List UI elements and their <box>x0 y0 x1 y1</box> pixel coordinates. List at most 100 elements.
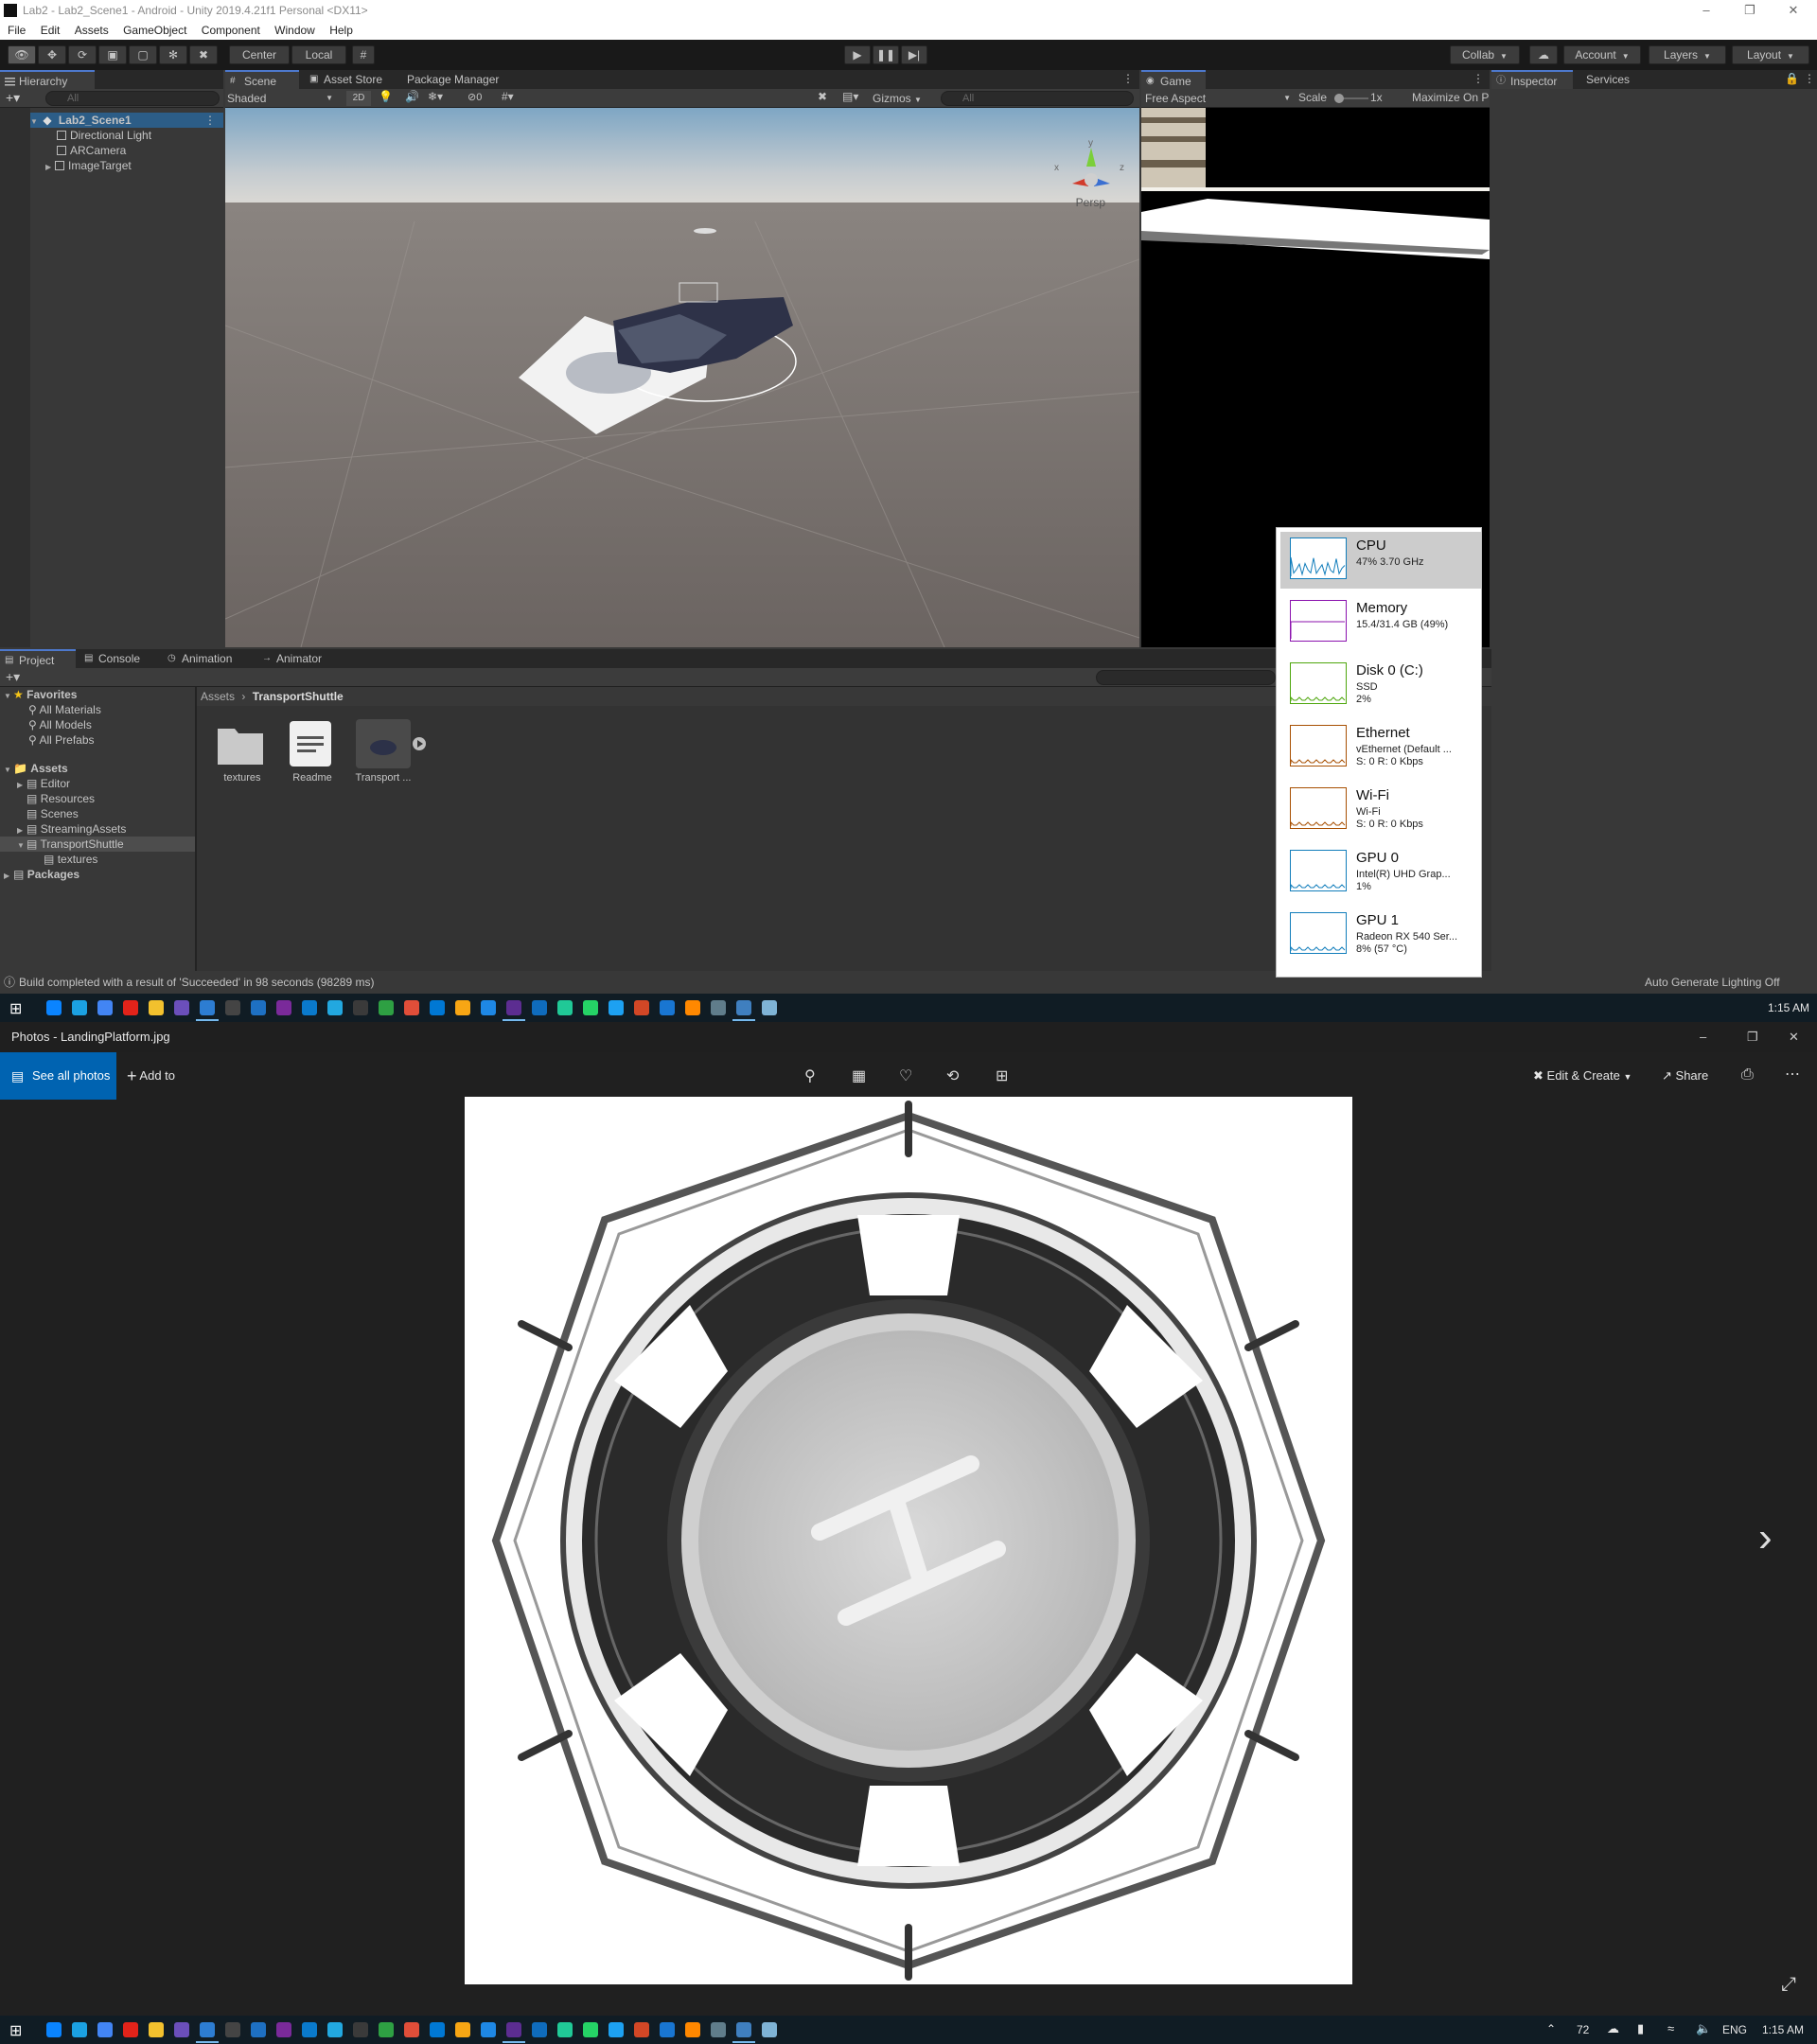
taskbar-app-icon[interactable] <box>353 2022 368 2037</box>
taskbar-clock[interactable]: 1:15 AM <box>1768 1001 1809 1014</box>
minimize-button[interactable]: – <box>1700 1022 1706 1052</box>
taskbar-app-icon[interactable] <box>711 1000 726 1015</box>
audio-toggle-icon[interactable]: 🔊 <box>405 90 419 103</box>
taskbar-app-icon[interactable] <box>532 1000 547 1015</box>
breadcrumb-root[interactable]: Assets <box>201 690 235 703</box>
share-button[interactable]: ↗ Share <box>1662 1052 1708 1100</box>
perf-item-gpu-1[interactable]: GPU 1 Radeon RX 540 Ser... 8% (57 °C) <box>1280 907 1481 963</box>
perf-item-disk-0-c[interactable]: Disk 0 (C:) SSD 2% <box>1280 657 1481 714</box>
hierarchy-search-input[interactable]: All <box>45 91 220 106</box>
scene-viewport[interactable]: Persp x y z <box>225 108 1139 647</box>
project-search-input[interactable] <box>1096 670 1276 685</box>
assets-root[interactable]: ▼ 📁 Assets <box>4 761 68 776</box>
taskbar-app-icon[interactable] <box>353 1000 368 1015</box>
favorite-all-materials[interactable]: ⚲ All Materials <box>28 702 101 717</box>
taskbar-app-icon[interactable] <box>532 2022 547 2037</box>
taskbar-app-icon[interactable] <box>200 1000 215 1015</box>
effects-toggle-icon[interactable]: ❄▾ <box>428 90 443 103</box>
menu-gameobject[interactable]: GameObject <box>123 21 186 40</box>
gizmos-dropdown[interactable]: Gizmos ▼ <box>873 91 931 106</box>
next-photo-arrow-icon[interactable]: › <box>1758 1514 1773 1561</box>
taskbar-app-icon[interactable] <box>379 2022 394 2037</box>
lighting-toggle-icon[interactable]: 💡 <box>379 90 393 103</box>
play-button[interactable]: ▶ <box>844 45 871 64</box>
taskbar-app-icon[interactable] <box>46 2022 62 2037</box>
tree-folder-resources[interactable]: ▤ Resources <box>26 791 95 806</box>
taskbar-app-icon[interactable] <box>302 2022 317 2037</box>
tab-package-manager[interactable]: Package Manager <box>401 70 524 89</box>
tab-inspector[interactable]: ⓘ Inspector <box>1491 70 1573 89</box>
taskbar-app-icon[interactable] <box>174 1000 189 1015</box>
account-dropdown[interactable]: Account ▼ <box>1563 45 1641 64</box>
rotate-icon[interactable]: ⟲ <box>946 1066 959 1085</box>
tree-folder-textures[interactable]: ▤ textures <box>44 852 97 867</box>
tab-game[interactable]: ◉ Game <box>1141 70 1206 89</box>
fullscreen-icon[interactable]: ⤢ <box>1781 1974 1796 1996</box>
crop-icon[interactable]: ⊞ <box>996 1066 1008 1085</box>
edit-create-button[interactable]: ✖ Edit & Create ▼ <box>1533 1052 1632 1100</box>
collab-dropdown[interactable]: Collab ▼ <box>1450 45 1520 64</box>
add-object-button[interactable]: +▾ <box>6 90 20 106</box>
taskbar-app-icon[interactable] <box>46 1000 62 1015</box>
2d-toggle[interactable]: 2D <box>346 91 371 106</box>
print-icon[interactable]: ⎙ <box>1741 1066 1754 1084</box>
perf-item-gpu-0[interactable]: GPU 0 Intel(R) UHD Grap... 1% <box>1280 844 1481 901</box>
tab-hierarchy[interactable]: Hierarchy <box>0 70 95 89</box>
hierarchy-item-directional-light[interactable]: Directional Light <box>57 128 151 143</box>
tab-services[interactable]: Services <box>1577 70 1649 89</box>
taskbar-app-icon[interactable] <box>455 1000 470 1015</box>
scale-slider-handle[interactable] <box>1334 94 1344 103</box>
tree-folder-transportshuttle[interactable]: ▼ ▤ TransportShuttle <box>0 837 195 852</box>
move-tool-button[interactable]: ✥ <box>38 45 66 64</box>
cloud-button[interactable]: ☁ <box>1529 45 1558 64</box>
taskbar-app-icon[interactable] <box>634 2022 649 2037</box>
taskbar-app-icon[interactable] <box>762 1000 777 1015</box>
taskbar-app-icon[interactable] <box>251 1000 266 1015</box>
scale-slider[interactable] <box>1334 94 1368 103</box>
maximize-button[interactable]: ❐ <box>1728 0 1772 21</box>
scene-search-input[interactable]: All <box>941 91 1134 106</box>
grid-toggle-icon[interactable]: #▾ <box>502 90 514 103</box>
taskbar-app-icon[interactable] <box>481 1000 496 1015</box>
create-asset-button[interactable]: +▾ <box>6 669 20 685</box>
taskbar-app-icon[interactable] <box>660 1000 675 1015</box>
custom-tool-button[interactable]: ✖ <box>189 45 218 64</box>
volume-icon[interactable]: 🔈 <box>1696 2021 1711 2036</box>
grid-snap-button[interactable]: # <box>352 45 375 64</box>
taskbar-app-icon[interactable] <box>225 1000 240 1015</box>
menu-file[interactable]: File <box>8 21 26 40</box>
taskbar-app-icon[interactable] <box>97 1000 113 1015</box>
tab-scene[interactable]: # Scene <box>225 70 299 89</box>
taskbar-app-icon[interactable] <box>634 1000 649 1015</box>
taskbar-app-icon[interactable] <box>276 1000 291 1015</box>
layers-dropdown[interactable]: Layers ▼ <box>1649 45 1726 64</box>
taskbar-app-icon[interactable] <box>583 1000 598 1015</box>
pause-button[interactable]: ❚❚ <box>873 45 899 64</box>
status-message[interactable]: Build completed with a result of 'Succee… <box>19 971 374 994</box>
taskbar-app-icon[interactable] <box>200 2022 215 2037</box>
favorite-all-models[interactable]: ⚲ All Models <box>28 717 92 732</box>
start-icon[interactable]: ⊞ <box>9 999 22 1018</box>
taskbar-app-icon[interactable] <box>149 2022 164 2037</box>
hidden-objects-toggle[interactable]: ⊘0 <box>467 91 482 103</box>
minimize-button[interactable]: – <box>1685 0 1728 21</box>
start-icon[interactable]: ⊞ <box>9 2021 22 2040</box>
tab-console[interactable]: ▤ Console <box>79 649 155 668</box>
perf-item-cpu[interactable]: CPU 47% 3.70 GHz <box>1280 532 1481 589</box>
favorites-header[interactable]: ▼ ★ Favorites <box>4 687 77 702</box>
taskbar-app-icon[interactable] <box>583 2022 598 2037</box>
taskbar-app-icon[interactable] <box>736 2022 751 2037</box>
taskbar-app-icon[interactable] <box>123 2022 138 2037</box>
add-to-button[interactable]: + Add to <box>127 1052 175 1100</box>
maximize-on-play-toggle[interactable]: Maximize On P <box>1412 91 1489 104</box>
pivot-center-button[interactable]: Center <box>229 45 290 64</box>
tree-folder-editor[interactable]: ▶ ▤ Editor <box>17 776 70 791</box>
close-button[interactable]: ✕ <box>1772 0 1815 21</box>
menu-assets[interactable]: Assets <box>75 21 109 40</box>
perf-item-ethernet[interactable]: Ethernet vEthernet (Default ... S: 0 R: 0 … <box>1280 719 1481 776</box>
taskbar-app-icon[interactable] <box>327 1000 343 1015</box>
taskbar-app-icon[interactable] <box>302 1000 317 1015</box>
taskbar-app-icon[interactable] <box>609 1000 624 1015</box>
asset-textures[interactable]: textures <box>216 719 269 784</box>
weather-temp[interactable]: 72 <box>1577 2023 1589 2036</box>
